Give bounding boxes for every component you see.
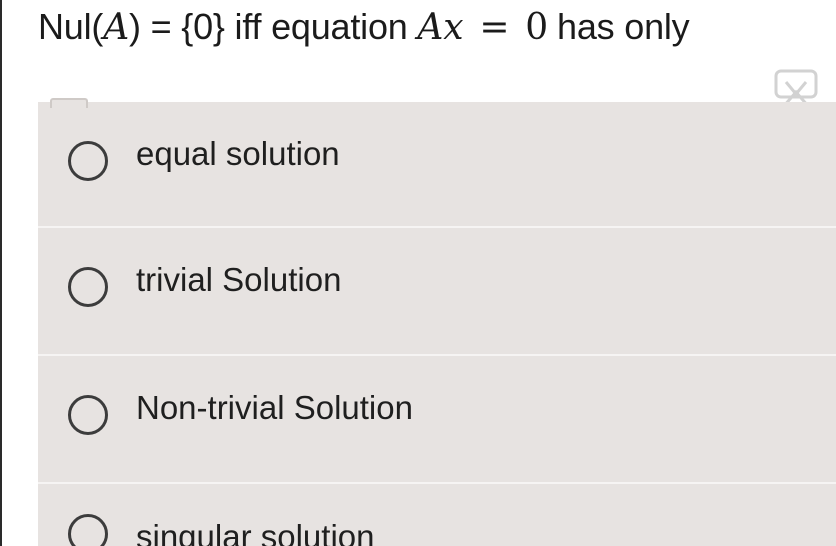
question-prefix: Nul( xyxy=(38,6,104,47)
option-label: Non-trivial Solution xyxy=(136,389,413,426)
radio-button[interactable] xyxy=(68,395,108,435)
left-border xyxy=(0,0,2,546)
question-expression-rhs: 0 xyxy=(525,6,548,48)
question-equals-sign: = xyxy=(479,6,510,48)
tab-notch xyxy=(50,98,88,108)
answer-options: equal solution trivial Solution Non-triv… xyxy=(38,102,836,546)
option-trivial-solution[interactable]: trivial Solution xyxy=(38,228,836,352)
option-non-trivial-solution[interactable]: Non-trivial Solution xyxy=(38,356,836,480)
question-text: Nul( A ) = {0} iff equation Ax = 0 has o… xyxy=(38,4,690,50)
question-suffix: has only xyxy=(557,6,690,47)
option-equal-solution[interactable]: equal solution xyxy=(38,102,836,226)
radio-button[interactable] xyxy=(68,267,108,307)
option-label: singular solution xyxy=(136,518,375,546)
question-middle: ) = {0} iff equation xyxy=(129,6,418,47)
option-label: equal solution xyxy=(136,135,340,172)
question-expression-lhs: Ax xyxy=(417,6,464,48)
question-matrix-symbol: A xyxy=(103,6,130,48)
option-singular-solution[interactable]: singular solution xyxy=(38,484,836,546)
radio-button[interactable] xyxy=(68,514,108,546)
radio-button[interactable] xyxy=(68,141,108,181)
option-label: trivial Solution xyxy=(136,261,342,298)
